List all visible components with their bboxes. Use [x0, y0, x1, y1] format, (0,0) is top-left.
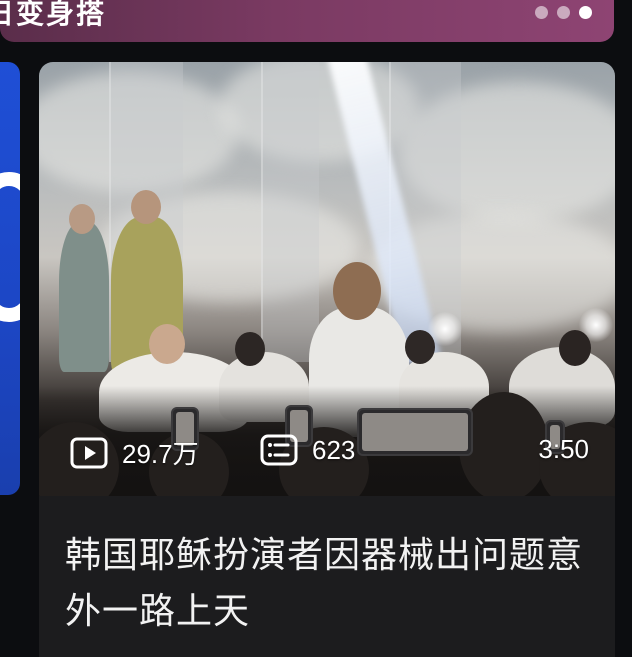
dancer-head — [559, 330, 591, 366]
video-stats-bar: 29.7万 623 3:50 — [39, 434, 615, 480]
performer-head — [131, 190, 161, 224]
dancer-head — [149, 324, 185, 364]
video-card[interactable]: 29.7万 623 3:50 韩国耶稣扮演者因器械出问题意外一路上天 — [39, 62, 615, 657]
top-banner[interactable]: 日变身搭 — [0, 0, 614, 42]
performer-head — [69, 204, 95, 234]
comment-list-icon — [260, 434, 298, 466]
comment-count-value: 623 — [312, 434, 356, 465]
comment-count: 623 — [260, 434, 355, 466]
dancer-head — [235, 332, 265, 366]
dancer-head — [405, 330, 435, 364]
carousel-dot[interactable] — [557, 6, 570, 19]
previous-video-card[interactable] — [0, 62, 20, 495]
video-thumbnail[interactable]: 29.7万 623 3:50 — [39, 62, 615, 496]
card-logo-graphic — [0, 172, 20, 322]
play-count: 29.7万 — [70, 434, 199, 471]
video-title-area[interactable]: 韩国耶稣扮演者因器械出问题意外一路上天 — [39, 496, 615, 657]
video-title[interactable]: 韩国耶稣扮演者因器械出问题意外一路上天 — [65, 528, 585, 640]
carousel-indicator — [535, 6, 592, 19]
video-duration: 3:50 — [538, 434, 589, 464]
play-icon — [70, 437, 108, 469]
carousel-dot-active[interactable] — [579, 6, 592, 19]
play-count-value: 29.7万 — [122, 439, 199, 469]
carousel-dot[interactable] — [535, 6, 548, 19]
banner-title: 日变身搭 — [0, 0, 107, 30]
performer-figure — [59, 222, 109, 372]
central-performer-head — [333, 262, 381, 320]
feed-screen: 日变身搭 29.7万 623 3:50 韩国耶稣扮演者因器械出问题意外一路上天 — [0, 0, 632, 657]
stage-panel — [261, 62, 319, 362]
